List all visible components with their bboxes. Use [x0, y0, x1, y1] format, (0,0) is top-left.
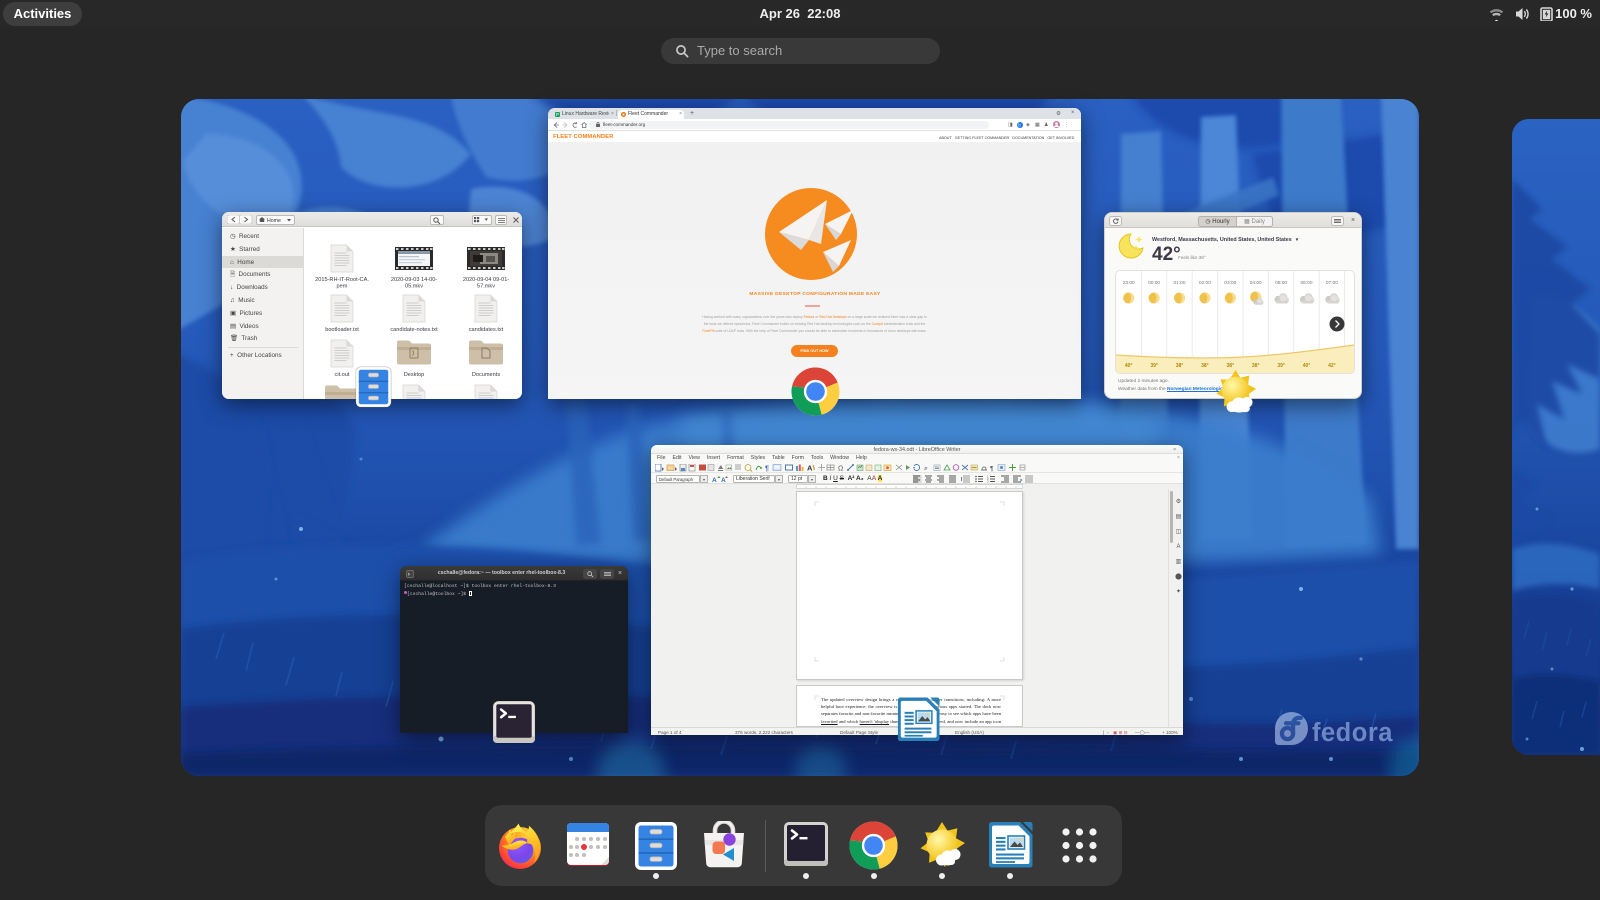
svg-text:fedora: fedora [1312, 719, 1393, 747]
svg-text:2020-09-03 14-00-: 2020-09-03 14-00- [391, 277, 437, 283]
svg-text:40°: 40° [1303, 363, 1311, 369]
svg-text:57.mkv: 57.mkv [477, 284, 495, 290]
svg-text:Home: Home [267, 218, 281, 223]
svg-text:Documents: Documents [472, 372, 500, 378]
svg-text:3: 3 [987, 480, 989, 484]
svg-text:07:00: 07:00 [1326, 280, 1338, 286]
svg-text:Desktop: Desktop [404, 372, 425, 378]
svg-text:2015-RH-IT-Root-CA.: 2015-RH-IT-Root-CA. [315, 277, 369, 283]
svg-text:⌕: ⌕ [923, 466, 928, 473]
svg-text:02:00: 02:00 [1199, 280, 1211, 286]
svg-text:06:00: 06:00 [1300, 280, 1312, 286]
svg-text:23:00: 23:00 [1123, 280, 1135, 286]
svg-text:¶: ¶ [765, 466, 769, 473]
svg-text:05.mkv: 05.mkv [405, 284, 423, 290]
svg-text:bootloader.txt: bootloader.txt [325, 327, 359, 333]
svg-text:04:00: 04:00 [1250, 280, 1262, 286]
svg-text:39°: 39° [1150, 363, 1158, 369]
svg-text:38°: 38° [1201, 363, 1209, 369]
svg-text:01:00: 01:00 [1173, 280, 1185, 286]
svg-text:42°: 42° [1328, 363, 1336, 369]
svg-text:candidate-notes.txt: candidate-notes.txt [390, 327, 438, 333]
svg-text:2020-09-04 09-01-: 2020-09-04 09-01- [463, 277, 509, 283]
svg-text:cit.out: cit.out [335, 372, 350, 378]
svg-text:38°: 38° [1176, 363, 1184, 369]
svg-text:Ω: Ω [838, 466, 843, 473]
svg-text:03:00: 03:00 [1224, 280, 1236, 286]
svg-text:P: P [556, 112, 559, 117]
svg-text:40°: 40° [1125, 363, 1133, 369]
svg-text:39°: 39° [1277, 363, 1285, 369]
svg-text:candidates.txt: candidates.txt [469, 327, 504, 333]
svg-text:05:00: 05:00 [1275, 280, 1287, 286]
svg-text:A: A [712, 477, 717, 483]
svg-text:00:00: 00:00 [1148, 280, 1160, 286]
svg-text:¶: ¶ [990, 466, 994, 473]
svg-text:A: A [807, 464, 813, 472]
svg-text:pem: pem [337, 284, 348, 290]
